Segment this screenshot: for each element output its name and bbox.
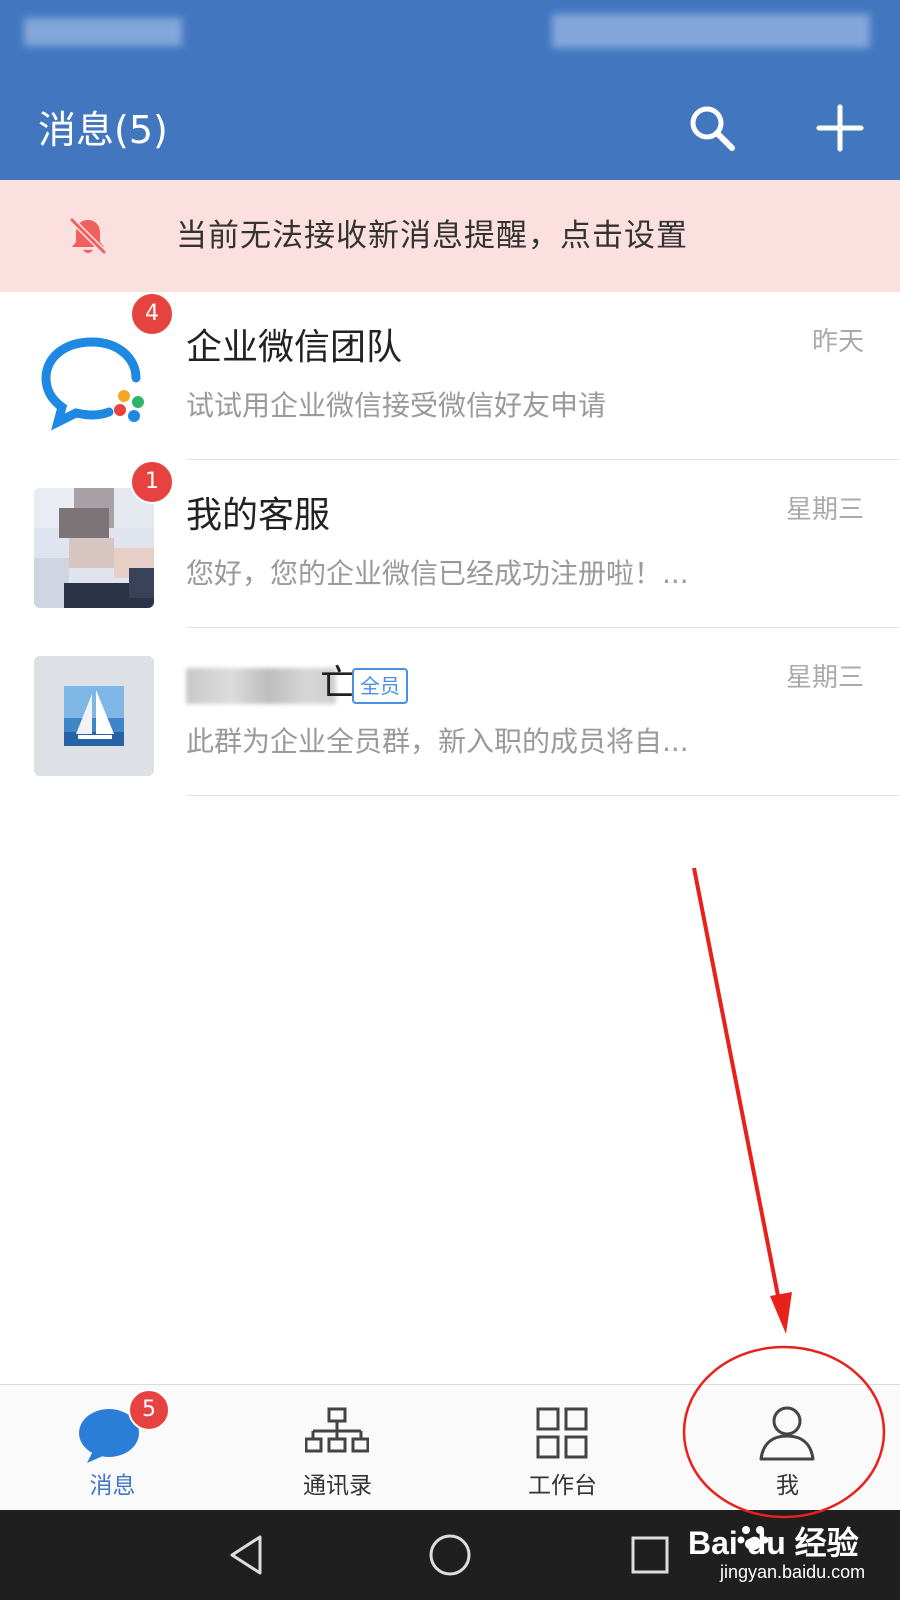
tab-me[interactable]: 我 xyxy=(675,1385,900,1511)
conversation-preview: 此群为企业全员群，新入职的成员将自... xyxy=(186,725,689,758)
baidu-jingyan-watermark: Bai du 经验 jingyan.baidu.com xyxy=(680,1516,890,1592)
nav-home-button[interactable] xyxy=(420,1525,480,1585)
tab-label: 我 xyxy=(776,1473,799,1499)
app-header: 消息(5) xyxy=(0,80,900,180)
status-bar xyxy=(0,0,900,80)
screen: 消息(5) 当前无法接收新消息提醒，点击设置 4 企业微信团队 昨天 试试用企业… xyxy=(0,0,900,1600)
list-item[interactable]: 4 企业微信团队 昨天 试试用企业微信接受微信好友申请 xyxy=(0,292,900,460)
circle-home-icon xyxy=(429,1534,471,1576)
add-button[interactable] xyxy=(808,96,872,160)
tab-unread-badge: 5 xyxy=(128,1389,170,1431)
watermark-logo: Bai du 经验 xyxy=(688,1525,859,1561)
status-bar-left-redacted xyxy=(24,18,182,46)
banner-text: 当前无法接收新消息提醒，点击设置 xyxy=(176,218,688,254)
all-members-tag: 全员 xyxy=(352,668,408,704)
notification-settings-banner[interactable]: 当前无法接收新消息提醒，点击设置 xyxy=(0,180,900,292)
redacted-group-name xyxy=(186,668,336,704)
message-list: 4 企业微信团队 昨天 试试用企业微信接受微信好友申请 1 我的客服 星期三 您… xyxy=(0,292,900,796)
nav-back-button[interactable] xyxy=(218,1525,278,1585)
watermark-url: jingyan.baidu.com xyxy=(720,1562,866,1582)
sailboat-group-icon xyxy=(34,656,154,776)
tab-label: 通讯录 xyxy=(303,1473,372,1499)
grid-icon xyxy=(522,1399,602,1467)
status-bar-right-redacted xyxy=(552,14,870,48)
tab-label: 工作台 xyxy=(528,1473,597,1499)
nav-recents-button[interactable] xyxy=(620,1525,680,1585)
square-recents-icon xyxy=(631,1536,669,1574)
conversation-name: 企业微信团队 xyxy=(186,327,403,368)
bell-muted-icon xyxy=(66,214,110,258)
tab-contacts[interactable]: 通讯录 xyxy=(225,1385,450,1511)
search-icon xyxy=(690,106,735,151)
conversation-name: 我的客服 xyxy=(186,495,331,536)
unread-badge: 1 xyxy=(130,460,174,504)
conversation-preview: 试试用企业微信接受微信好友申请 xyxy=(186,389,607,422)
plus-icon xyxy=(816,104,864,152)
pixelated-avatar-icon xyxy=(34,488,154,608)
tab-label: 消息 xyxy=(89,1473,136,1499)
person-icon xyxy=(747,1399,827,1467)
conversation-preview: 您好，您的企业微信已经成功注册啦！... xyxy=(186,557,689,590)
page-title: 消息(5) xyxy=(38,108,168,152)
list-item[interactable]: 亡 全员 星期三 此群为企业全员群，新入职的成员将自... xyxy=(0,628,900,796)
avatar xyxy=(34,656,154,776)
search-button[interactable] xyxy=(680,96,744,160)
tab-messages[interactable]: 5 消息 xyxy=(0,1385,225,1511)
conversation-time: 昨天 xyxy=(811,327,864,357)
wework-logo-icon xyxy=(34,320,154,440)
conversation-name-suffix: 亡 xyxy=(320,663,357,704)
unread-badge: 4 xyxy=(130,292,174,336)
avatar xyxy=(34,488,154,608)
arrow-head-icon xyxy=(770,1292,792,1334)
avatar xyxy=(34,320,154,440)
conversation-time: 星期三 xyxy=(785,495,864,525)
conversation-time: 星期三 xyxy=(785,663,864,693)
tab-workbench[interactable]: 工作台 xyxy=(450,1385,675,1511)
org-chart-icon xyxy=(297,1399,377,1467)
bottom-tab-bar: 5 消息 通讯录 工作台 我 xyxy=(0,1384,900,1511)
triangle-back-icon xyxy=(230,1535,262,1575)
list-item[interactable]: 1 我的客服 星期三 您好，您的企业微信已经成功注册啦！... xyxy=(0,460,900,628)
